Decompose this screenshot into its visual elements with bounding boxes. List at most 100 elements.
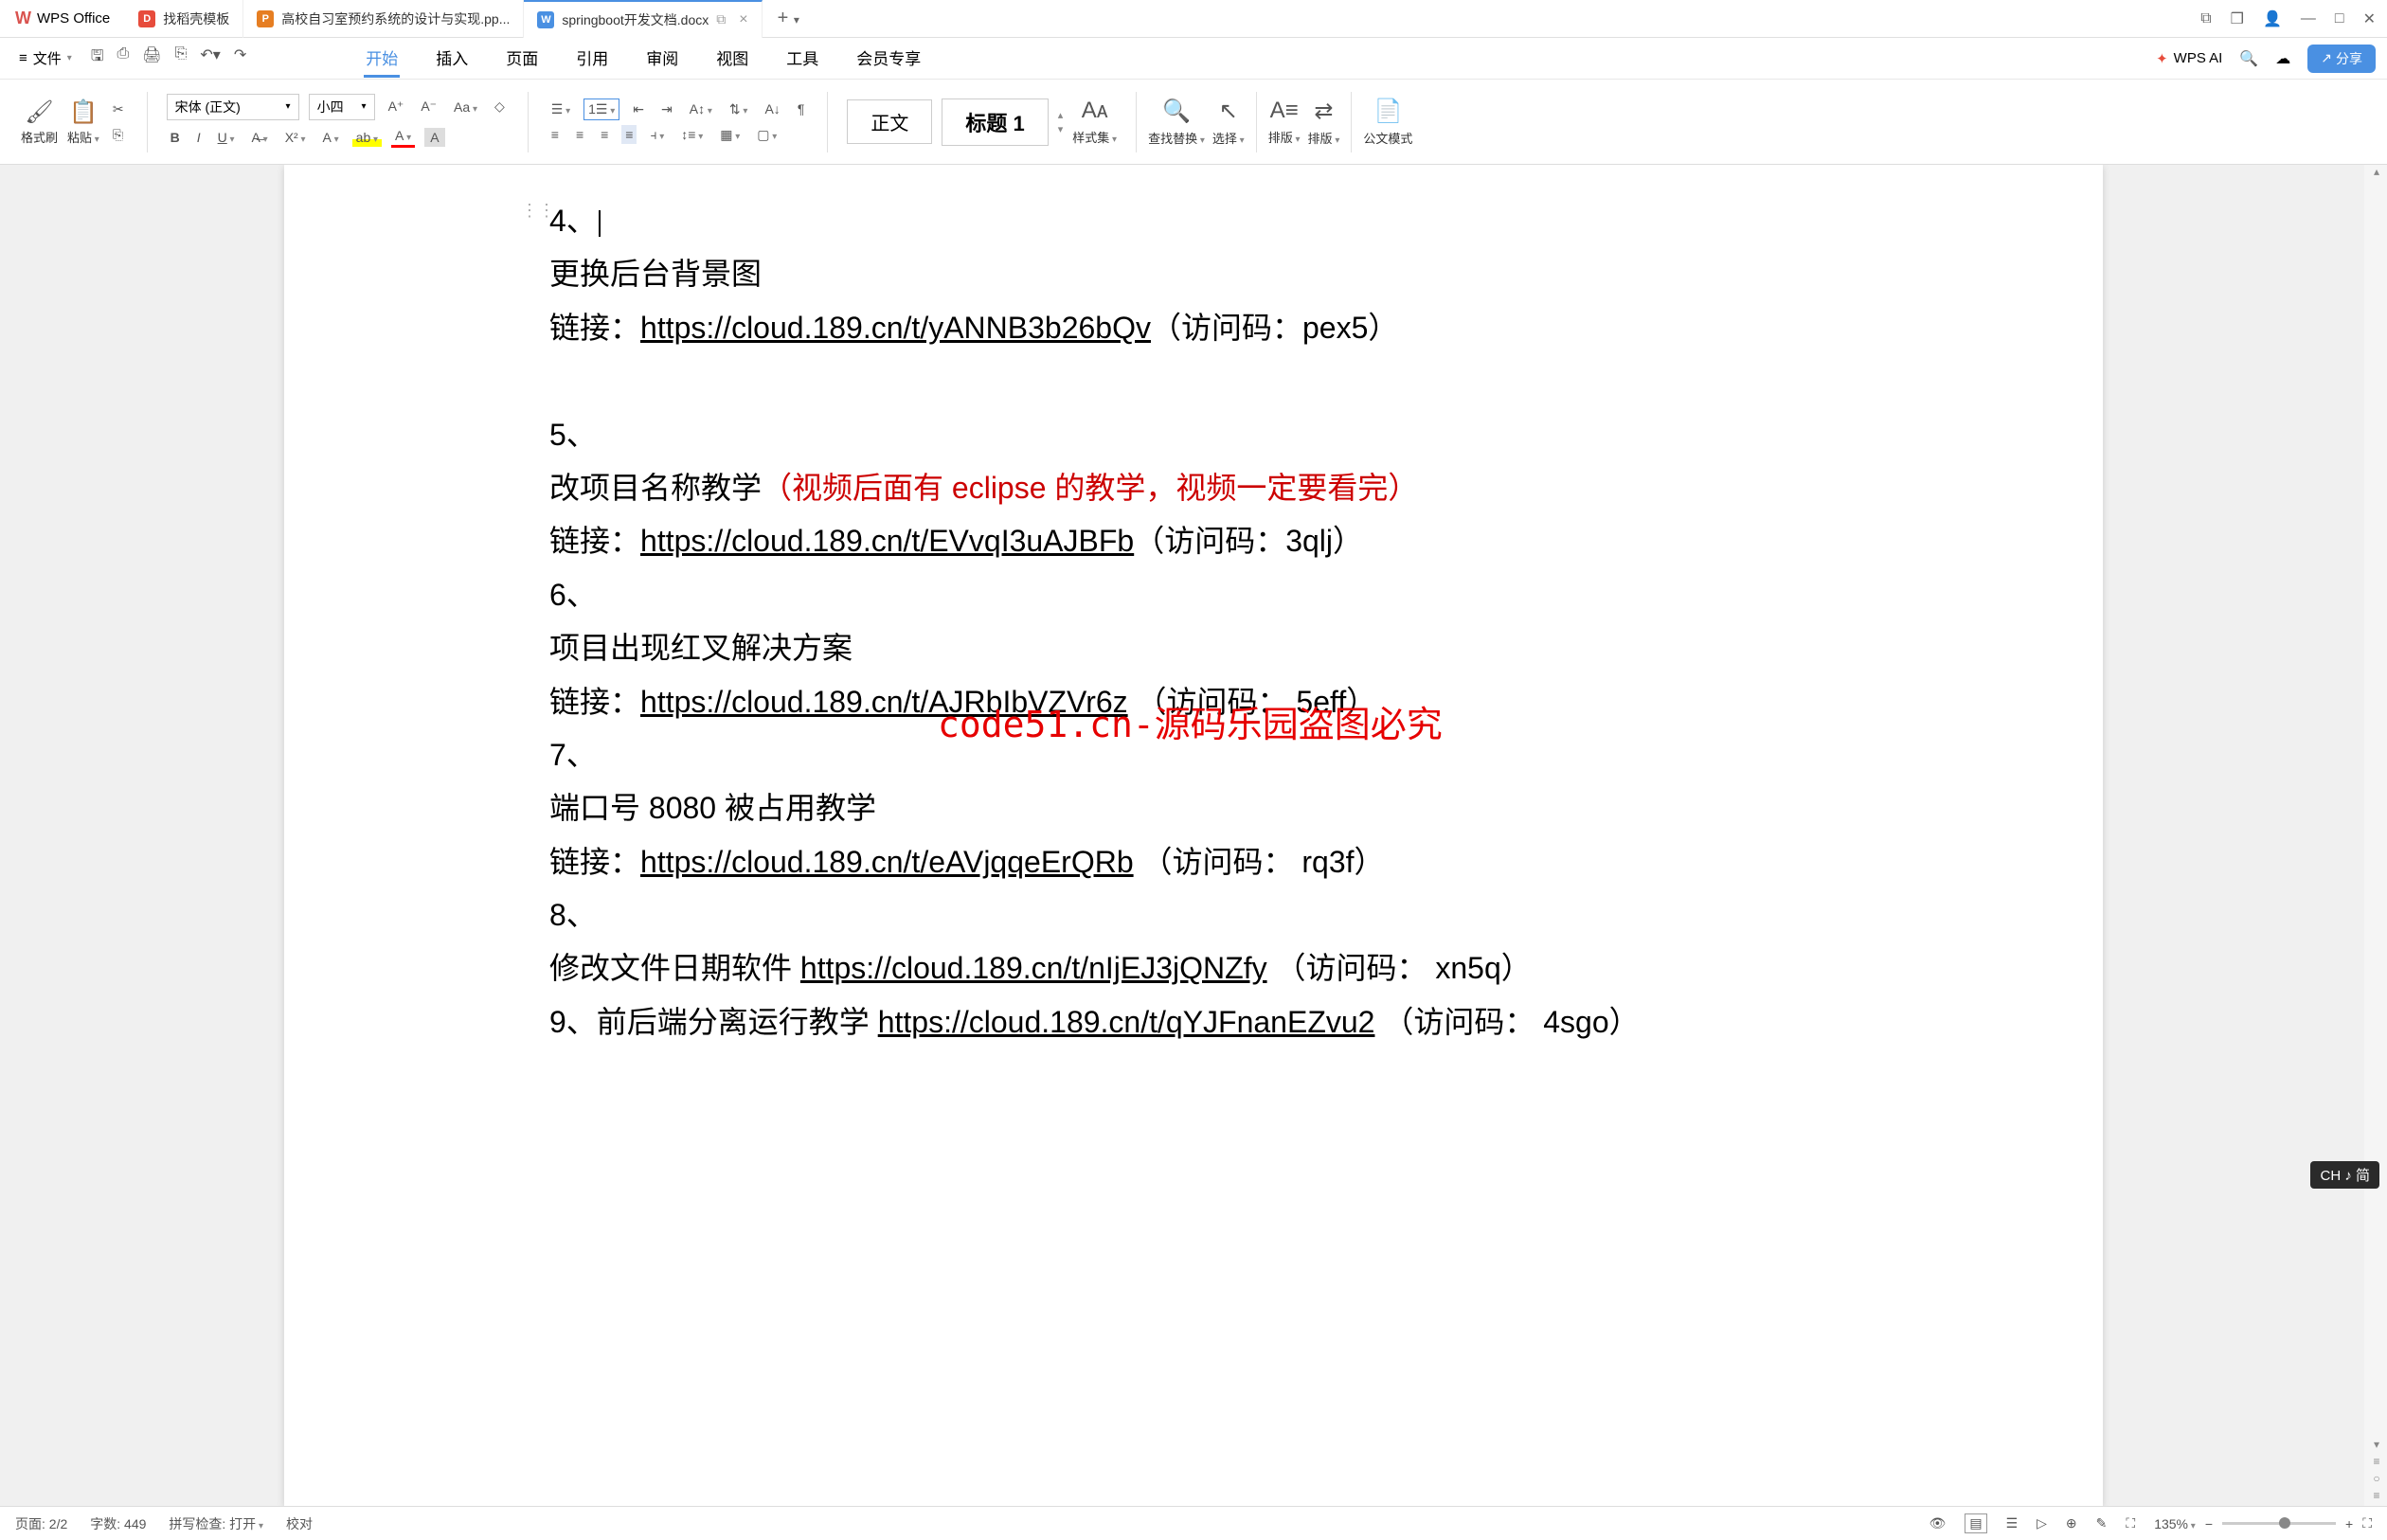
spacing-button[interactable]: ⇅: [726, 99, 752, 119]
item5-link[interactable]: https://cloud.189.cn/t/EVvqI3uAJBFb: [640, 524, 1134, 558]
zoom-value[interactable]: 135%: [2154, 1516, 2196, 1531]
increase-indent-button[interactable]: ⇥: [657, 99, 676, 119]
tab-insert[interactable]: 插入: [434, 40, 470, 78]
align-left-button[interactable]: ≡: [547, 125, 563, 144]
search-icon[interactable]: 🔍: [2239, 49, 2258, 68]
writing-icon[interactable]: ✎: [2096, 1515, 2108, 1531]
sort-button[interactable]: A↓: [761, 99, 783, 118]
avatar-icon[interactable]: 👤: [2263, 9, 2282, 28]
tab-ref[interactable]: 引用: [574, 40, 610, 78]
font-color-button[interactable]: A: [391, 126, 415, 148]
item7-link[interactable]: https://cloud.189.cn/t/eAVjqqeErQRb: [640, 845, 1134, 879]
show-marks-button[interactable]: ¶: [794, 99, 809, 118]
tab-view[interactable]: 视图: [714, 40, 750, 78]
select-button[interactable]: ↖选择: [1212, 98, 1245, 147]
cloud-sync-icon[interactable]: ☁: [2275, 49, 2290, 68]
outline-view-icon[interactable]: ☰: [2006, 1515, 2019, 1531]
zoom-slider[interactable]: [2222, 1522, 2336, 1525]
spellcheck-status[interactable]: 拼写检查: 打开: [169, 1514, 263, 1533]
paste-button[interactable]: 📋粘贴: [67, 98, 99, 146]
scroll-down-icon[interactable]: ▾: [2368, 1438, 2385, 1455]
zoom-in-button[interactable]: +: [2345, 1516, 2353, 1531]
zoom-out-button[interactable]: −: [2205, 1516, 2213, 1531]
wps-ai-button[interactable]: ✦ WPS AI: [2156, 50, 2222, 67]
next-page-icon[interactable]: ≡: [2368, 1489, 2385, 1506]
prev-page-icon[interactable]: ≡: [2368, 1455, 2385, 1472]
close-icon[interactable]: ×: [739, 11, 747, 28]
tab-ppt[interactable]: P 高校自习室预约系统的设计与实现.pp...: [243, 0, 524, 38]
font-size-select[interactable]: 小四▾: [309, 94, 375, 120]
item8-link[interactable]: https://cloud.189.cn/t/nIjEJ3jQNZfy: [800, 951, 1267, 985]
detach-icon[interactable]: ⧉: [716, 11, 726, 27]
align-center-button[interactable]: ≡: [572, 125, 587, 144]
share-button[interactable]: ↗ 分享: [2307, 45, 2376, 73]
distribute-button[interactable]: ⫞: [646, 125, 668, 145]
page-indicator[interactable]: 页面: 2/2: [15, 1514, 67, 1533]
tab-tools[interactable]: 工具: [784, 40, 820, 78]
tab-start[interactable]: 开始: [364, 40, 400, 78]
style-set-button[interactable]: Aᴀ样式集: [1072, 98, 1117, 146]
tab-page[interactable]: 页面: [504, 40, 540, 78]
format-painter-button[interactable]: 🖌格式刷: [21, 98, 58, 146]
cube-icon[interactable]: ❒: [2231, 9, 2244, 28]
italic-button[interactable]: I: [193, 128, 205, 147]
change-case-icon[interactable]: Aa: [450, 98, 481, 116]
align-justify-button[interactable]: ≡: [621, 125, 637, 144]
fullscreen-icon[interactable]: ⛶: [2362, 1515, 2372, 1531]
tab-vip[interactable]: 会员专享: [854, 40, 923, 78]
document-page[interactable]: ⋮⋮ 4、 更换后台背景图 链接：https://cloud.189.cn/t/…: [284, 165, 2103, 1506]
line-spacing-button[interactable]: ↕≡: [677, 125, 707, 144]
find-replace-button[interactable]: 🔍查找替换: [1148, 98, 1205, 147]
print-icon[interactable]: 🖨: [142, 45, 161, 71]
numbering-button[interactable]: 1☰: [583, 98, 619, 120]
align-right-button[interactable]: ≡: [597, 125, 612, 144]
undo-icon[interactable]: ↶▾: [200, 45, 220, 71]
bold-button[interactable]: B: [167, 128, 184, 147]
multi-window-icon[interactable]: ⧉: [2200, 10, 2211, 27]
style-scroll-up[interactable]: ▴: [1058, 109, 1064, 121]
tab-review[interactable]: 审阅: [644, 40, 680, 78]
file-menu[interactable]: ≡ 文件 ▾: [11, 45, 80, 72]
drag-handle-icon[interactable]: ⋮⋮: [521, 201, 555, 221]
copy-icon[interactable]: ⎘: [109, 125, 128, 145]
item9-link[interactable]: https://cloud.189.cn/t/qYJFnanEZvu2: [878, 1005, 1375, 1039]
maximize-button[interactable]: □: [2335, 10, 2344, 27]
scroll-up-icon[interactable]: ▴: [2368, 165, 2385, 182]
vertical-scrollbar[interactable]: ▴ ▾ ≡ ○ ≡: [2368, 165, 2385, 1506]
item4-link[interactable]: https://cloud.189.cn/t/yANNB3b26bQv: [640, 311, 1151, 345]
style-body[interactable]: 正文: [847, 99, 932, 144]
highlight-button[interactable]: ab: [352, 128, 382, 147]
shading-button[interactable]: ▦: [716, 125, 744, 145]
eye-icon[interactable]: 👁: [1929, 1515, 1947, 1531]
cut-icon[interactable]: ✂: [109, 99, 128, 119]
close-window-button[interactable]: ✕: [2363, 9, 2376, 28]
item6-link[interactable]: https://cloud.189.cn/t/AJRbIbVZVr6z: [640, 685, 1128, 719]
tab-active-doc[interactable]: W springboot开发文档.docx ⧉ ×: [524, 0, 762, 38]
layout2-button[interactable]: ⇄排版: [1308, 98, 1340, 147]
page-view-icon[interactable]: ▤: [1965, 1513, 1986, 1533]
word-count[interactable]: 字数: 449: [90, 1514, 146, 1533]
strikethrough-button[interactable]: A̶: [248, 128, 272, 147]
layout-button[interactable]: A≡排版: [1268, 98, 1301, 146]
minimize-button[interactable]: —: [2301, 10, 2316, 27]
web-view-icon[interactable]: ⊕: [2066, 1515, 2077, 1531]
char-shading-button[interactable]: A: [424, 128, 444, 147]
decrease-indent-button[interactable]: ⇤: [629, 99, 648, 119]
document-content[interactable]: 4、 更换后台背景图 链接：https://cloud.189.cn/t/yAN…: [549, 195, 1838, 1048]
gongwen-button[interactable]: 📄公文模式: [1363, 98, 1412, 147]
reading-view-icon[interactable]: ▷: [2037, 1515, 2047, 1531]
superscript-button[interactable]: X²: [281, 128, 310, 147]
style-heading1[interactable]: 标题 1: [942, 98, 1048, 146]
new-tab-button[interactable]: + ▾: [763, 8, 815, 29]
text-direction-button[interactable]: A↕: [686, 99, 716, 118]
borders-button[interactable]: ▢: [753, 125, 781, 145]
ime-indicator[interactable]: CH ♪ 简: [2310, 1161, 2379, 1189]
export-icon[interactable]: ⎙: [117, 45, 129, 71]
underline-button[interactable]: U: [214, 128, 239, 147]
decrease-font-icon[interactable]: A⁻: [417, 97, 440, 116]
nav-icon[interactable]: ○: [2368, 1472, 2385, 1489]
text-effect-button[interactable]: A: [319, 128, 343, 147]
app-logo[interactable]: W WPS Office: [0, 9, 125, 28]
redo-icon[interactable]: ↷: [234, 45, 246, 71]
bullets-button[interactable]: ☰: [547, 99, 574, 119]
